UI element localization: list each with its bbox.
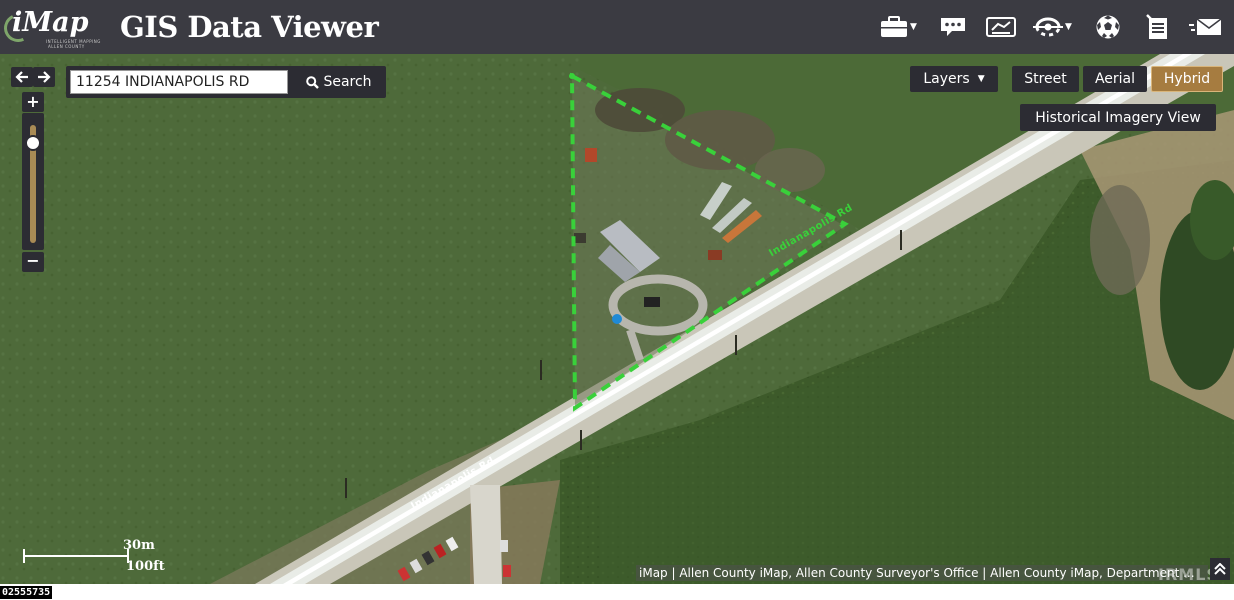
aerial-basemap-button[interactable]: Aerial: [1083, 66, 1147, 92]
street-basemap-button[interactable]: Street: [1012, 66, 1079, 92]
aerial-imagery: [0, 54, 1234, 584]
map-canvas[interactable]: Indianapolis Rd Indianapolis Rd: [0, 54, 1234, 584]
scale-bar: 30m 100ft: [20, 538, 170, 578]
scale-line: [23, 555, 128, 557]
logo-text: iMap: [12, 7, 89, 38]
briefcase-icon: [881, 16, 907, 37]
arrow-left-icon: [15, 71, 28, 83]
search-icon: [306, 75, 320, 89]
zoom-slider-handle[interactable]: [25, 135, 41, 152]
chevron-down-icon: ▼: [977, 74, 985, 84]
search-bar: Search: [66, 66, 386, 98]
logo-county: ALLEN COUNTY: [48, 44, 85, 49]
scale-imperial-label: 100ft: [126, 559, 165, 574]
arrow-right-icon: [38, 71, 51, 83]
app-title: GIS Data Viewer: [120, 10, 379, 44]
zoom-in-button[interactable]: +: [22, 92, 44, 112]
map-attribution: iMap | Allen County iMap, Allen County S…: [636, 565, 1208, 581]
location-marker-icon[interactable]: [612, 314, 622, 324]
historical-imagery-button[interactable]: Historical Imagery View: [1020, 104, 1216, 131]
hybrid-basemap-button[interactable]: Hybrid: [1151, 66, 1223, 92]
chevron-up-icon: [1214, 562, 1226, 575]
measure-icon: [1033, 17, 1063, 37]
notes-icon: [1146, 14, 1167, 39]
measure-tool-button[interactable]: ▼: [1033, 14, 1072, 40]
mail-icon: [1189, 18, 1222, 35]
attribution-toggle-button[interactable]: [1210, 558, 1230, 580]
pan-forward-button[interactable]: [33, 67, 55, 87]
comment-icon: [941, 18, 965, 36]
search-input[interactable]: [70, 70, 288, 94]
briefcase-tool-button[interactable]: ▼: [880, 14, 917, 40]
footer-strip: [0, 584, 1234, 600]
search-button-label: Search: [323, 74, 372, 90]
chevron-down-icon: ▼: [1065, 22, 1072, 32]
zoom-slider[interactable]: [22, 113, 44, 250]
search-button[interactable]: Search: [298, 70, 380, 94]
imap-logo[interactable]: iMap INTELLIGENT MAPPING ALLEN COUNTY: [0, 6, 102, 49]
layers-dropdown[interactable]: Layers ▼: [910, 66, 998, 92]
layers-label: Layers: [923, 71, 970, 87]
zoom-out-button[interactable]: −: [22, 252, 44, 272]
listing-id-label: 02555735: [0, 586, 53, 599]
soccer-ball-icon: [1096, 15, 1120, 39]
soccer-ball-tool-button[interactable]: [1095, 14, 1121, 40]
comment-tool-button[interactable]: [940, 14, 966, 40]
mail-tool-button[interactable]: [1188, 14, 1222, 40]
top-header: iMap INTELLIGENT MAPPING ALLEN COUNTY GI…: [0, 0, 1234, 54]
layers-card-tool-button[interactable]: [986, 14, 1016, 40]
notes-tool-button[interactable]: [1145, 14, 1169, 40]
pan-back-button[interactable]: [11, 67, 33, 87]
chevron-down-icon: ▼: [910, 22, 917, 32]
gis-viewer-app: iMap INTELLIGENT MAPPING ALLEN COUNTY GI…: [0, 0, 1234, 600]
layers-card-icon: [986, 17, 1016, 37]
scale-metric-label: 30m: [123, 538, 155, 553]
